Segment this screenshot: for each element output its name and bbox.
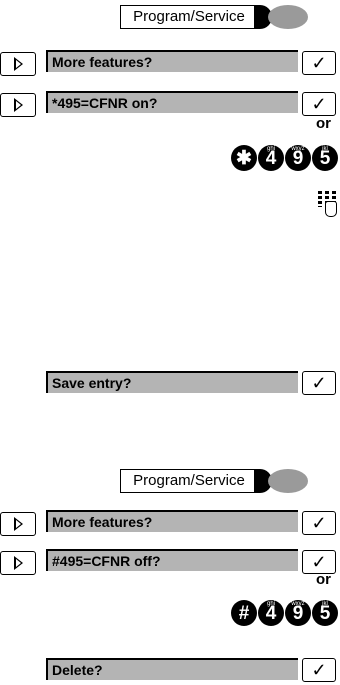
- display-delete: Delete?: [46, 658, 298, 680]
- play-arrow-icon[interactable]: [0, 52, 36, 76]
- digit-4-key-icon: ghi 4: [258, 600, 284, 626]
- digit-9-key-icon: wxyz 9: [285, 145, 311, 171]
- digit-9-key-icon: wxyz 9: [285, 600, 311, 626]
- code-key-sequence-on: ✱ ghi 4 wxyz 9 jkl 5: [231, 145, 338, 171]
- play-arrow-icon[interactable]: [0, 93, 36, 117]
- digit-4-key-icon: ghi 4: [258, 145, 284, 171]
- confirm-checkmark-icon[interactable]: ✓: [302, 92, 336, 116]
- key-button-icon[interactable]: [268, 5, 308, 29]
- display-cfnr-on: *495=CFNR on?: [46, 91, 298, 113]
- confirm-checkmark-icon[interactable]: ✓: [302, 658, 336, 682]
- code-key-sequence-off: # ghi 4 wxyz 9 jkl 5: [231, 600, 338, 626]
- confirm-checkmark-icon[interactable]: ✓: [302, 511, 336, 535]
- display-cfnr-off: #495=CFNR off?: [46, 549, 298, 571]
- keypad-hand-icon: [318, 191, 338, 219]
- star-key-icon: ✱: [231, 145, 257, 171]
- digit-5-key-icon: jkl 5: [312, 600, 338, 626]
- display-more-features: More features?: [46, 510, 298, 532]
- program-service-key[interactable]: Program/Service: [120, 469, 308, 493]
- hash-key-icon: #: [231, 600, 257, 626]
- program-service-label: Program/Service: [120, 5, 258, 29]
- display-save-entry: Save entry?: [46, 371, 298, 393]
- play-arrow-icon[interactable]: [0, 512, 36, 536]
- confirm-checkmark-icon[interactable]: ✓: [302, 371, 336, 395]
- key-button-icon[interactable]: [268, 469, 308, 493]
- digit-5-key-icon: jkl 5: [312, 145, 338, 171]
- program-service-key[interactable]: Program/Service: [120, 5, 308, 29]
- program-service-label: Program/Service: [120, 469, 258, 493]
- play-arrow-icon[interactable]: [0, 551, 36, 575]
- or-label: or: [316, 571, 331, 588]
- confirm-checkmark-icon[interactable]: ✓: [302, 51, 336, 75]
- or-label: or: [316, 115, 331, 132]
- display-more-features: More features?: [46, 50, 298, 72]
